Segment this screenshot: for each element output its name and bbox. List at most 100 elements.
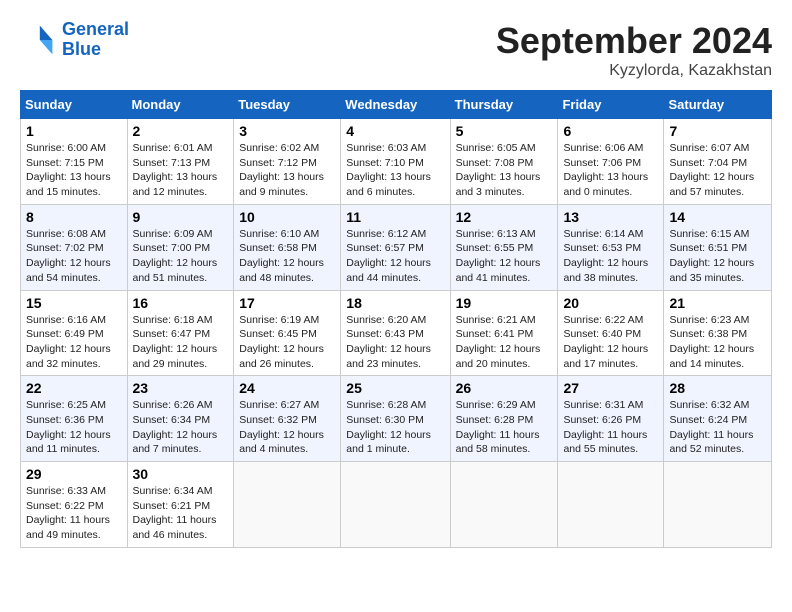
day-info-12: Sunrise: 6:13 AM Sunset: 6:55 PM Dayligh… — [456, 227, 553, 286]
day-number-8: 8 — [26, 209, 122, 225]
day-cell-19: 19 Sunrise: 6:21 AM Sunset: 6:41 PM Dayl… — [450, 290, 558, 376]
day-info-13: Sunrise: 6:14 AM Sunset: 6:53 PM Dayligh… — [563, 227, 658, 286]
day-number-24: 24 — [239, 380, 335, 396]
day-number-4: 4 — [346, 123, 444, 139]
empty-cell — [664, 462, 772, 548]
week-row-1: 1 Sunrise: 6:00 AM Sunset: 7:15 PM Dayli… — [21, 119, 772, 205]
page-header: General Blue September 2024 Kyzylorda, K… — [20, 20, 772, 80]
day-number-21: 21 — [669, 295, 766, 311]
day-info-17: Sunrise: 6:19 AM Sunset: 6:45 PM Dayligh… — [239, 313, 335, 372]
day-number-14: 14 — [669, 209, 766, 225]
day-number-11: 11 — [346, 209, 444, 225]
day-info-29: Sunrise: 6:33 AM Sunset: 6:22 PM Dayligh… — [26, 484, 122, 543]
day-cell-29: 29 Sunrise: 6:33 AM Sunset: 6:22 PM Dayl… — [21, 462, 128, 548]
day-info-27: Sunrise: 6:31 AM Sunset: 6:26 PM Dayligh… — [563, 398, 658, 457]
day-info-10: Sunrise: 6:10 AM Sunset: 6:58 PM Dayligh… — [239, 227, 335, 286]
day-cell-27: 27 Sunrise: 6:31 AM Sunset: 6:26 PM Dayl… — [558, 376, 664, 462]
day-info-7: Sunrise: 6:07 AM Sunset: 7:04 PM Dayligh… — [669, 141, 766, 200]
day-info-9: Sunrise: 6:09 AM Sunset: 7:00 PM Dayligh… — [133, 227, 229, 286]
day-info-8: Sunrise: 6:08 AM Sunset: 7:02 PM Dayligh… — [26, 227, 122, 286]
location-title: Kyzylorda, Kazakhstan — [496, 62, 772, 80]
day-info-15: Sunrise: 6:16 AM Sunset: 6:49 PM Dayligh… — [26, 313, 122, 372]
day-cell-28: 28 Sunrise: 6:32 AM Sunset: 6:24 PM Dayl… — [664, 376, 772, 462]
day-info-30: Sunrise: 6:34 AM Sunset: 6:21 PM Dayligh… — [133, 484, 229, 543]
empty-cell — [558, 462, 664, 548]
logo: General Blue — [20, 20, 129, 60]
day-cell-30: 30 Sunrise: 6:34 AM Sunset: 6:21 PM Dayl… — [127, 462, 234, 548]
day-number-22: 22 — [26, 380, 122, 396]
day-cell-7: 7 Sunrise: 6:07 AM Sunset: 7:04 PM Dayli… — [664, 119, 772, 205]
week-row-2: 8 Sunrise: 6:08 AM Sunset: 7:02 PM Dayli… — [21, 204, 772, 290]
calendar-table: Sunday Monday Tuesday Wednesday Thursday… — [20, 90, 772, 548]
day-number-20: 20 — [563, 295, 658, 311]
day-number-15: 15 — [26, 295, 122, 311]
day-cell-17: 17 Sunrise: 6:19 AM Sunset: 6:45 PM Dayl… — [234, 290, 341, 376]
weekday-header-row: Sunday Monday Tuesday Wednesday Thursday… — [21, 91, 772, 119]
day-number-3: 3 — [239, 123, 335, 139]
day-cell-10: 10 Sunrise: 6:10 AM Sunset: 6:58 PM Dayl… — [234, 204, 341, 290]
day-cell-8: 8 Sunrise: 6:08 AM Sunset: 7:02 PM Dayli… — [21, 204, 128, 290]
day-number-25: 25 — [346, 380, 444, 396]
day-cell-24: 24 Sunrise: 6:27 AM Sunset: 6:32 PM Dayl… — [234, 376, 341, 462]
day-cell-6: 6 Sunrise: 6:06 AM Sunset: 7:06 PM Dayli… — [558, 119, 664, 205]
header-tuesday: Tuesday — [234, 91, 341, 119]
day-info-4: Sunrise: 6:03 AM Sunset: 7:10 PM Dayligh… — [346, 141, 444, 200]
day-cell-9: 9 Sunrise: 6:09 AM Sunset: 7:00 PM Dayli… — [127, 204, 234, 290]
day-cell-26: 26 Sunrise: 6:29 AM Sunset: 6:28 PM Dayl… — [450, 376, 558, 462]
day-number-10: 10 — [239, 209, 335, 225]
day-cell-22: 22 Sunrise: 6:25 AM Sunset: 6:36 PM Dayl… — [21, 376, 128, 462]
day-number-28: 28 — [669, 380, 766, 396]
day-number-29: 29 — [26, 466, 122, 482]
day-info-28: Sunrise: 6:32 AM Sunset: 6:24 PM Dayligh… — [669, 398, 766, 457]
day-number-7: 7 — [669, 123, 766, 139]
month-title: September 2024 — [496, 20, 772, 62]
day-cell-15: 15 Sunrise: 6:16 AM Sunset: 6:49 PM Dayl… — [21, 290, 128, 376]
day-number-16: 16 — [133, 295, 229, 311]
day-number-13: 13 — [563, 209, 658, 225]
day-number-2: 2 — [133, 123, 229, 139]
week-row-5: 29 Sunrise: 6:33 AM Sunset: 6:22 PM Dayl… — [21, 462, 772, 548]
logo-icon — [20, 22, 56, 58]
day-info-23: Sunrise: 6:26 AM Sunset: 6:34 PM Dayligh… — [133, 398, 229, 457]
week-row-4: 22 Sunrise: 6:25 AM Sunset: 6:36 PM Dayl… — [21, 376, 772, 462]
week-row-3: 15 Sunrise: 6:16 AM Sunset: 6:49 PM Dayl… — [21, 290, 772, 376]
empty-cell — [450, 462, 558, 548]
day-number-1: 1 — [26, 123, 122, 139]
day-cell-25: 25 Sunrise: 6:28 AM Sunset: 6:30 PM Dayl… — [341, 376, 450, 462]
day-cell-23: 23 Sunrise: 6:26 AM Sunset: 6:34 PM Dayl… — [127, 376, 234, 462]
day-number-30: 30 — [133, 466, 229, 482]
day-number-12: 12 — [456, 209, 553, 225]
header-wednesday: Wednesday — [341, 91, 450, 119]
day-cell-20: 20 Sunrise: 6:22 AM Sunset: 6:40 PM Dayl… — [558, 290, 664, 376]
day-number-23: 23 — [133, 380, 229, 396]
logo-text: General Blue — [62, 20, 129, 60]
day-info-5: Sunrise: 6:05 AM Sunset: 7:08 PM Dayligh… — [456, 141, 553, 200]
day-info-25: Sunrise: 6:28 AM Sunset: 6:30 PM Dayligh… — [346, 398, 444, 457]
empty-cell — [234, 462, 341, 548]
day-cell-11: 11 Sunrise: 6:12 AM Sunset: 6:57 PM Dayl… — [341, 204, 450, 290]
day-number-19: 19 — [456, 295, 553, 311]
day-cell-12: 12 Sunrise: 6:13 AM Sunset: 6:55 PM Dayl… — [450, 204, 558, 290]
day-cell-3: 3 Sunrise: 6:02 AM Sunset: 7:12 PM Dayli… — [234, 119, 341, 205]
day-info-6: Sunrise: 6:06 AM Sunset: 7:06 PM Dayligh… — [563, 141, 658, 200]
day-info-24: Sunrise: 6:27 AM Sunset: 6:32 PM Dayligh… — [239, 398, 335, 457]
day-info-11: Sunrise: 6:12 AM Sunset: 6:57 PM Dayligh… — [346, 227, 444, 286]
day-cell-5: 5 Sunrise: 6:05 AM Sunset: 7:08 PM Dayli… — [450, 119, 558, 205]
title-block: September 2024 Kyzylorda, Kazakhstan — [496, 20, 772, 80]
day-info-26: Sunrise: 6:29 AM Sunset: 6:28 PM Dayligh… — [456, 398, 553, 457]
day-info-3: Sunrise: 6:02 AM Sunset: 7:12 PM Dayligh… — [239, 141, 335, 200]
header-thursday: Thursday — [450, 91, 558, 119]
day-info-21: Sunrise: 6:23 AM Sunset: 6:38 PM Dayligh… — [669, 313, 766, 372]
day-number-17: 17 — [239, 295, 335, 311]
day-info-1: Sunrise: 6:00 AM Sunset: 7:15 PM Dayligh… — [26, 141, 122, 200]
day-number-9: 9 — [133, 209, 229, 225]
day-info-19: Sunrise: 6:21 AM Sunset: 6:41 PM Dayligh… — [456, 313, 553, 372]
day-cell-13: 13 Sunrise: 6:14 AM Sunset: 6:53 PM Dayl… — [558, 204, 664, 290]
day-number-27: 27 — [563, 380, 658, 396]
day-number-18: 18 — [346, 295, 444, 311]
day-cell-14: 14 Sunrise: 6:15 AM Sunset: 6:51 PM Dayl… — [664, 204, 772, 290]
empty-cell — [341, 462, 450, 548]
day-info-20: Sunrise: 6:22 AM Sunset: 6:40 PM Dayligh… — [563, 313, 658, 372]
day-cell-21: 21 Sunrise: 6:23 AM Sunset: 6:38 PM Dayl… — [664, 290, 772, 376]
header-saturday: Saturday — [664, 91, 772, 119]
